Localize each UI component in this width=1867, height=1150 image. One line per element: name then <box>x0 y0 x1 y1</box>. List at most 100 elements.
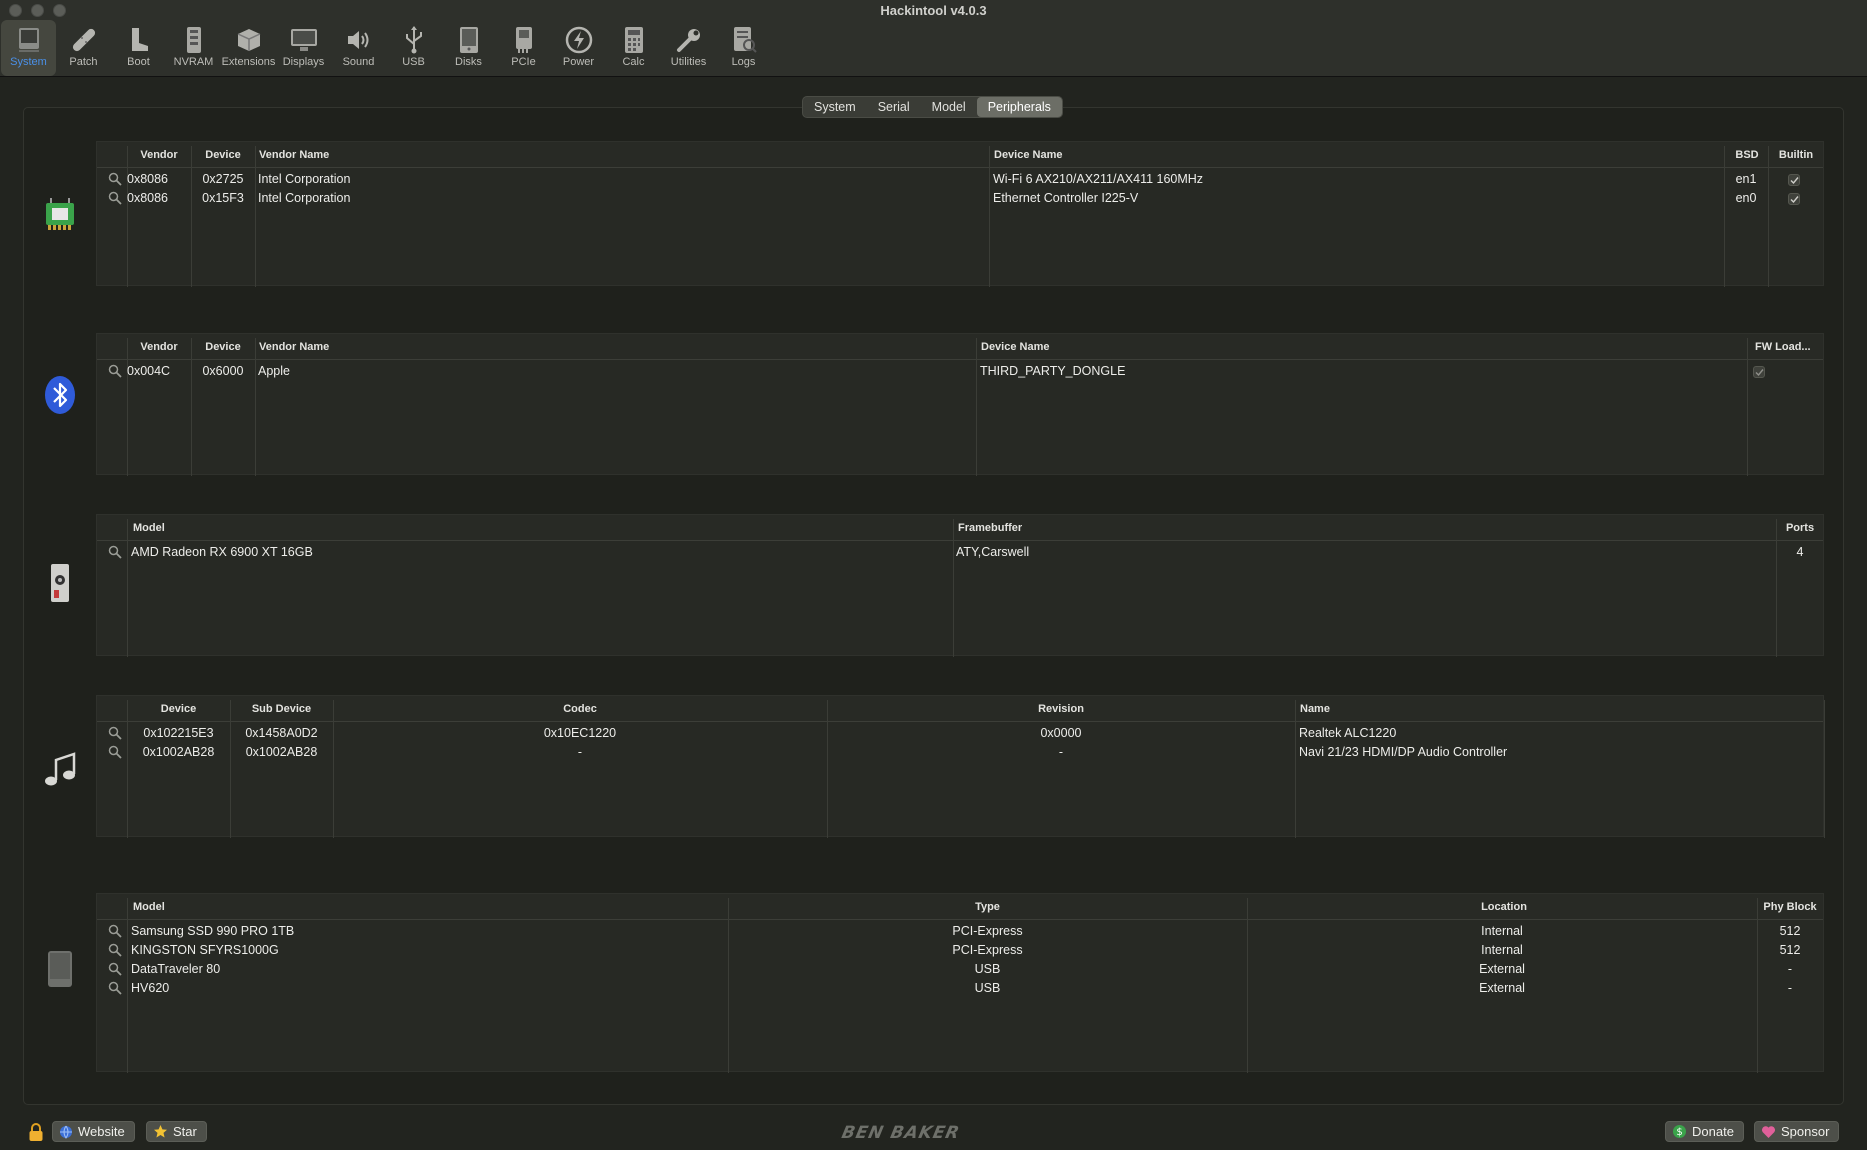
tab-peripherals[interactable]: Peripherals <box>976 97 1062 117</box>
hackintool-window: Hackintool v4.0.3 System Patch Boot NVRA… <box>0 0 1867 1150</box>
disk-phy-block: - <box>1787 981 1793 995</box>
bsd-name: en0 <box>1735 191 1757 205</box>
search-icon[interactable] <box>108 172 122 186</box>
svg-text:$: $ <box>1676 1127 1682 1138</box>
tab-model[interactable]: Model <box>921 97 977 117</box>
column-phy-block[interactable]: Phy Block <box>1757 894 1823 920</box>
utilities-icon <box>674 24 704 56</box>
lock-icon[interactable] <box>28 1122 44 1142</box>
website-button[interactable]: Website <box>52 1121 135 1142</box>
column-type[interactable]: Type <box>728 894 1247 920</box>
sound-icon <box>344 24 374 56</box>
disk-location: External <box>1479 962 1525 976</box>
toolbar-patch[interactable]: Patch <box>56 20 111 76</box>
disk-model: HV620 <box>131 981 170 995</box>
sponsor-label: Sponsor <box>1781 1124 1830 1139</box>
search-icon[interactable] <box>108 545 122 559</box>
toolbar-power[interactable]: Power <box>551 20 606 76</box>
toolbar-boot[interactable]: Boot <box>111 20 166 76</box>
column-fw-loaded[interactable]: FW Load... <box>1755 334 1821 360</box>
column-name[interactable]: Name <box>1300 696 1800 722</box>
title-bar: Hackintool v4.0.3 System Patch Boot NVRA… <box>0 0 1867 77</box>
column-model[interactable]: Model <box>133 894 693 920</box>
star-button[interactable]: Star <box>146 1121 207 1142</box>
fw-loaded-checkbox[interactable] <box>1753 366 1765 378</box>
column-builtin[interactable]: Builtin <box>1769 142 1823 168</box>
star-icon <box>154 1125 167 1138</box>
column-vendor-name[interactable]: Vendor Name <box>259 142 959 168</box>
column-sub-device[interactable]: Sub Device <box>230 696 333 722</box>
port-count: 4 <box>1796 545 1804 559</box>
toolbar-disks[interactable]: Disks <box>441 20 496 76</box>
toolbar-calc[interactable]: Calc <box>606 20 661 76</box>
codec-name: Realtek ALC1220 <box>1299 726 1397 740</box>
column-device[interactable]: Device <box>191 142 255 168</box>
disk-model: Samsung SSD 990 PRO 1TB <box>131 924 295 938</box>
column-location[interactable]: Location <box>1247 894 1761 920</box>
vendor-name: Intel Corporation <box>258 172 351 186</box>
sub-device-id: 0x1458A0D2 <box>245 726 318 740</box>
column-device-name[interactable]: Device Name <box>981 334 1681 360</box>
disk-location: Internal <box>1481 943 1523 957</box>
column-device-name[interactable]: Device Name <box>994 142 1694 168</box>
donate-button[interactable]: $ Donate <box>1665 1121 1744 1142</box>
tab-system[interactable]: System <box>803 97 867 117</box>
toolbar-label: Logs <box>731 56 756 68</box>
column-vendor[interactable]: Vendor <box>127 142 191 168</box>
displays-icon <box>289 24 319 56</box>
disk-phy-block: 512 <box>1779 924 1801 938</box>
column-vendor[interactable]: Vendor <box>127 334 191 360</box>
disk-location: Internal <box>1481 924 1523 938</box>
column-bsd[interactable]: BSD <box>1725 142 1769 168</box>
toolbar-usb[interactable]: USB <box>386 20 441 76</box>
search-icon[interactable] <box>108 726 122 740</box>
bsd-name: en1 <box>1735 172 1757 186</box>
column-revision[interactable]: Revision <box>827 696 1295 722</box>
column-codec[interactable]: Codec <box>333 696 827 722</box>
search-icon[interactable] <box>108 981 122 995</box>
search-icon[interactable] <box>108 364 122 378</box>
toolbar-label: PCIe <box>511 56 536 68</box>
column-device[interactable]: Device <box>191 334 255 360</box>
device-name: Ethernet Controller I225-V <box>993 191 1139 205</box>
column-device[interactable]: Device <box>127 696 230 722</box>
device-id: 0x6000 <box>202 364 244 378</box>
builtin-checkbox[interactable] <box>1788 193 1800 205</box>
tab-serial[interactable]: Serial <box>867 97 921 117</box>
disk-drive-icon <box>38 945 82 993</box>
revision: 0x0000 <box>1040 726 1082 740</box>
device-id: 0x1002AB28 <box>142 745 215 759</box>
sponsor-button[interactable]: Sponsor <box>1754 1121 1840 1142</box>
disk-type: USB <box>974 981 1001 995</box>
toolbar-pcie[interactable]: PCIe <box>496 20 551 76</box>
column-framebuffer[interactable]: Framebuffer <box>958 515 1658 541</box>
search-icon[interactable] <box>108 943 122 957</box>
search-icon[interactable] <box>108 191 122 205</box>
graphics-card-icon <box>38 559 82 607</box>
toolbar-sound[interactable]: Sound <box>331 20 386 76</box>
disk-model: KINGSTON SFYRS1000G <box>131 943 279 957</box>
search-icon[interactable] <box>108 962 122 976</box>
toolbar-nvram[interactable]: NVRAM <box>166 20 221 76</box>
codec-id: 0x10EC1220 <box>543 726 617 740</box>
search-icon[interactable] <box>108 924 122 938</box>
disk-model: DataTraveler 80 <box>131 962 221 976</box>
column-ports[interactable]: Ports <box>1777 515 1823 541</box>
revision: - <box>1058 745 1064 759</box>
codec-name: Navi 21/23 HDMI/DP Audio Controller <box>1299 745 1508 759</box>
toolbar-displays[interactable]: Displays <box>276 20 331 76</box>
bluetooth-icon <box>38 371 82 419</box>
column-model[interactable]: Model <box>133 515 833 541</box>
toolbar-extensions[interactable]: Extensions <box>221 20 276 76</box>
builtin-checkbox[interactable] <box>1788 174 1800 186</box>
search-icon[interactable] <box>108 745 122 759</box>
toolbar-utilities[interactable]: Utilities <box>661 20 716 76</box>
column-vendor-name[interactable]: Vendor Name <box>259 334 959 360</box>
storage-table: Model Type Location Phy Block Samsung SS… <box>96 893 1824 1073</box>
toolbar-logs[interactable]: Logs <box>716 20 771 76</box>
music-note-icon <box>38 746 82 794</box>
framebuffer-name: ATY,Carswell <box>956 545 1030 559</box>
vendor-name: Intel Corporation <box>258 191 351 205</box>
toolbar-system[interactable]: System <box>1 20 56 76</box>
toolbar-label: Disks <box>455 56 482 68</box>
